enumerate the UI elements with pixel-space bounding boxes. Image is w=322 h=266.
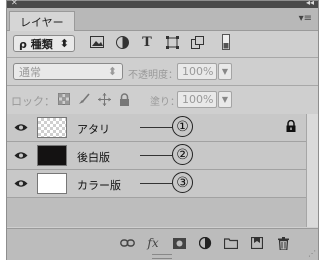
divider [7, 85, 318, 86]
lock-position-icon[interactable] [97, 92, 111, 106]
opacity-value: 100% [182, 65, 214, 78]
blend-row: 通常 ⬍ 不透明度： 100% ▼ [7, 59, 318, 85]
dropdown-arrow-icon: ⬍ [59, 37, 69, 50]
layer-thumbnail [37, 145, 67, 166]
image-filter-icon[interactable] [89, 34, 105, 50]
type-filter-icon[interactable]: T [139, 34, 155, 50]
annotation-number: ① [172, 116, 193, 137]
layer-thumbnail [37, 173, 67, 194]
dropdown-arrow-icon: ⬍ [107, 65, 117, 78]
adjustment-icon[interactable] [197, 235, 213, 251]
smart-object-filter-icon[interactable] [189, 34, 205, 50]
layer-row[interactable]: アタリ ① [7, 114, 306, 142]
filter-row: ρ 種類 ⬍ T [7, 31, 318, 57]
filter-icons: T [89, 34, 234, 50]
layer-thumbnail [37, 117, 67, 138]
opacity-field[interactable]: 100% [177, 63, 217, 80]
visibility-eye-icon[interactable] [13, 176, 29, 190]
divider [7, 57, 318, 58]
annotation-line [140, 183, 172, 184]
mask-icon[interactable] [171, 235, 187, 251]
panel-collapse-icon[interactable]: ◂◂ [306, 0, 314, 7]
lock-icon [286, 119, 296, 135]
panel-title-strip: ✕ ◂◂ [7, 0, 318, 8]
resize-grip[interactable] [152, 254, 172, 259]
filter-kind-label: ρ 種類 [19, 37, 53, 51]
layer-row[interactable]: 後白版 ② [7, 142, 306, 170]
blend-mode-value: 通常 [19, 65, 41, 79]
annotation-number: ② [172, 144, 193, 165]
lock-all-icon[interactable] [117, 92, 131, 106]
annotation-number: ③ [172, 172, 193, 193]
new-layer-icon[interactable] [249, 235, 265, 251]
opacity-label: 不透明度： [128, 70, 178, 81]
layer-name: 後白版 [77, 151, 110, 164]
lock-row: ロック： 塗り： 100% ▼ [7, 87, 318, 113]
lock-image-pixels-icon[interactable] [77, 92, 91, 106]
layer-name: アタリ [77, 123, 110, 136]
filter-kind-dropdown[interactable]: ρ 種類 ⬍ [13, 35, 75, 52]
visibility-eye-icon[interactable] [13, 148, 29, 162]
tab-label: レイヤー [20, 15, 64, 29]
footer-icons: fx [119, 235, 291, 251]
corner-resize-icon[interactable]: ⋰ [308, 249, 316, 258]
annotation-line [140, 155, 172, 156]
visibility-eye-icon[interactable] [13, 120, 29, 134]
layer-name: カラー版 [77, 179, 121, 192]
fx-icon[interactable]: fx [145, 235, 161, 251]
layers-list: アタリ ① 後白版 ② カラー版 ③ [7, 114, 306, 227]
lock-transparency-icon[interactable] [57, 92, 71, 106]
link-icon[interactable] [119, 235, 135, 251]
panel-footer: fx ⋰ [7, 228, 318, 260]
layers-scrollbar[interactable] [306, 114, 318, 227]
annotation-line [140, 127, 172, 128]
trash-icon[interactable] [275, 235, 291, 251]
panel-close-icon[interactable]: ✕ [11, 0, 18, 7]
tab-layers[interactable]: レイヤー [9, 11, 75, 31]
fill-value: 100% [182, 93, 214, 106]
layer-row[interactable]: カラー版 ③ [7, 170, 306, 198]
opacity-arrow-button[interactable]: ▼ [218, 63, 232, 80]
fill-field[interactable]: 100% [177, 91, 217, 108]
layers-panel: ✕ ◂◂ レイヤー ▾≡ ρ 種類 ⬍ T 通常 ⬍ 不透明度： 100% ▼ … [6, 0, 319, 260]
lock-label: ロック： [11, 95, 55, 108]
adjustment-filter-icon[interactable] [114, 34, 130, 50]
shape-filter-icon[interactable] [164, 34, 180, 50]
filter-toggle-icon[interactable] [218, 34, 234, 50]
tab-bar: レイヤー ▾≡ [7, 8, 318, 31]
fill-arrow-button[interactable]: ▼ [218, 91, 232, 108]
blend-mode-dropdown[interactable]: 通常 ⬍ [13, 63, 123, 80]
folder-icon[interactable] [223, 235, 239, 251]
panel-menu-icon[interactable]: ▾≡ [299, 13, 312, 24]
fill-label: 塗り： [150, 97, 180, 108]
